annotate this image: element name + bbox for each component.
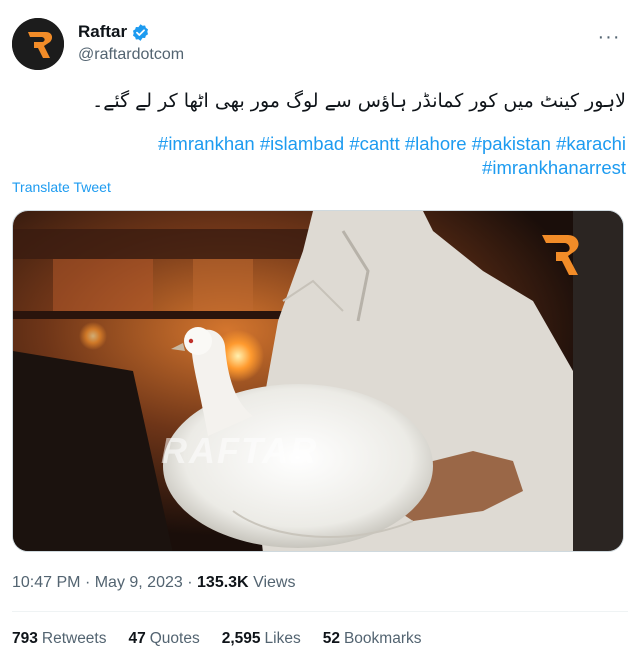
bookmarks-label: Bookmarks [343,630,422,647]
quotes-label: Quotes [149,630,200,647]
divider [12,611,628,612]
author-name-row[interactable]: Raftar [78,22,150,42]
translate-tweet-link[interactable]: Translate Tweet [12,179,111,195]
raftar-logo-icon [12,18,64,70]
more-dots-icon[interactable]: ··· [594,22,624,52]
quotes-stat[interactable]: 47 Quotes [129,630,200,648]
views-count: 135.3K [197,574,249,591]
hashtag-link[interactable]: #karachi [556,133,626,154]
avatar[interactable] [12,18,64,70]
likes-count: 2,595 [221,630,261,647]
hashtag-link[interactable]: #cantt [349,133,399,154]
retweets-stat[interactable]: 793 Retweets [12,630,107,648]
tweet-time[interactable]: 10:47 PM [12,574,80,591]
verified-badge-icon [133,23,149,41]
likes-stat[interactable]: 2,595 Likes [222,630,301,648]
media-watermark: RAFTAR [161,430,318,471]
quotes-count: 47 [128,630,146,647]
hashtag-link[interactable]: #imrankhanarrest [482,157,626,178]
bookmarks-count: 52 [322,630,340,647]
hashtag-link[interactable]: #imrankhan [158,133,255,154]
author-handle[interactable]: @raftardotcom [78,46,184,64]
hashtag-link[interactable]: #pakistan [472,133,551,154]
engagement-stats: 793 Retweets 47 Quotes 2,595 Likes 52 Bookma… [12,630,422,648]
tweet-metadata: 10:47 PM · May 9, 2023 · 135.3K Views [12,574,296,591]
media-photo: RAFTAR [13,211,623,551]
retweets-count: 793 [12,630,38,647]
display-name[interactable]: Raftar [78,22,127,42]
tweet-header: Raftar @raftardotcom ··· [12,16,628,72]
likes-label: Likes [264,630,301,647]
tweet-media-image[interactable]: RAFTAR [12,210,624,552]
tweet-text: لاہور کینٹ میں کور کمانڈر ہاؤس سے لوگ مو… [92,90,626,112]
views-label: Views [253,574,296,591]
bookmarks-stat[interactable]: 52 Bookmarks [323,630,422,648]
tweet-date[interactable]: May 9, 2023 [95,574,183,591]
hashtag-link[interactable]: #lahore [405,133,467,154]
hashtag-link[interactable]: #islambad [260,133,344,154]
hashtag-list: #imrankhan #islambad #cantt #lahore #pak… [12,132,626,180]
retweets-label: Retweets [41,630,107,647]
